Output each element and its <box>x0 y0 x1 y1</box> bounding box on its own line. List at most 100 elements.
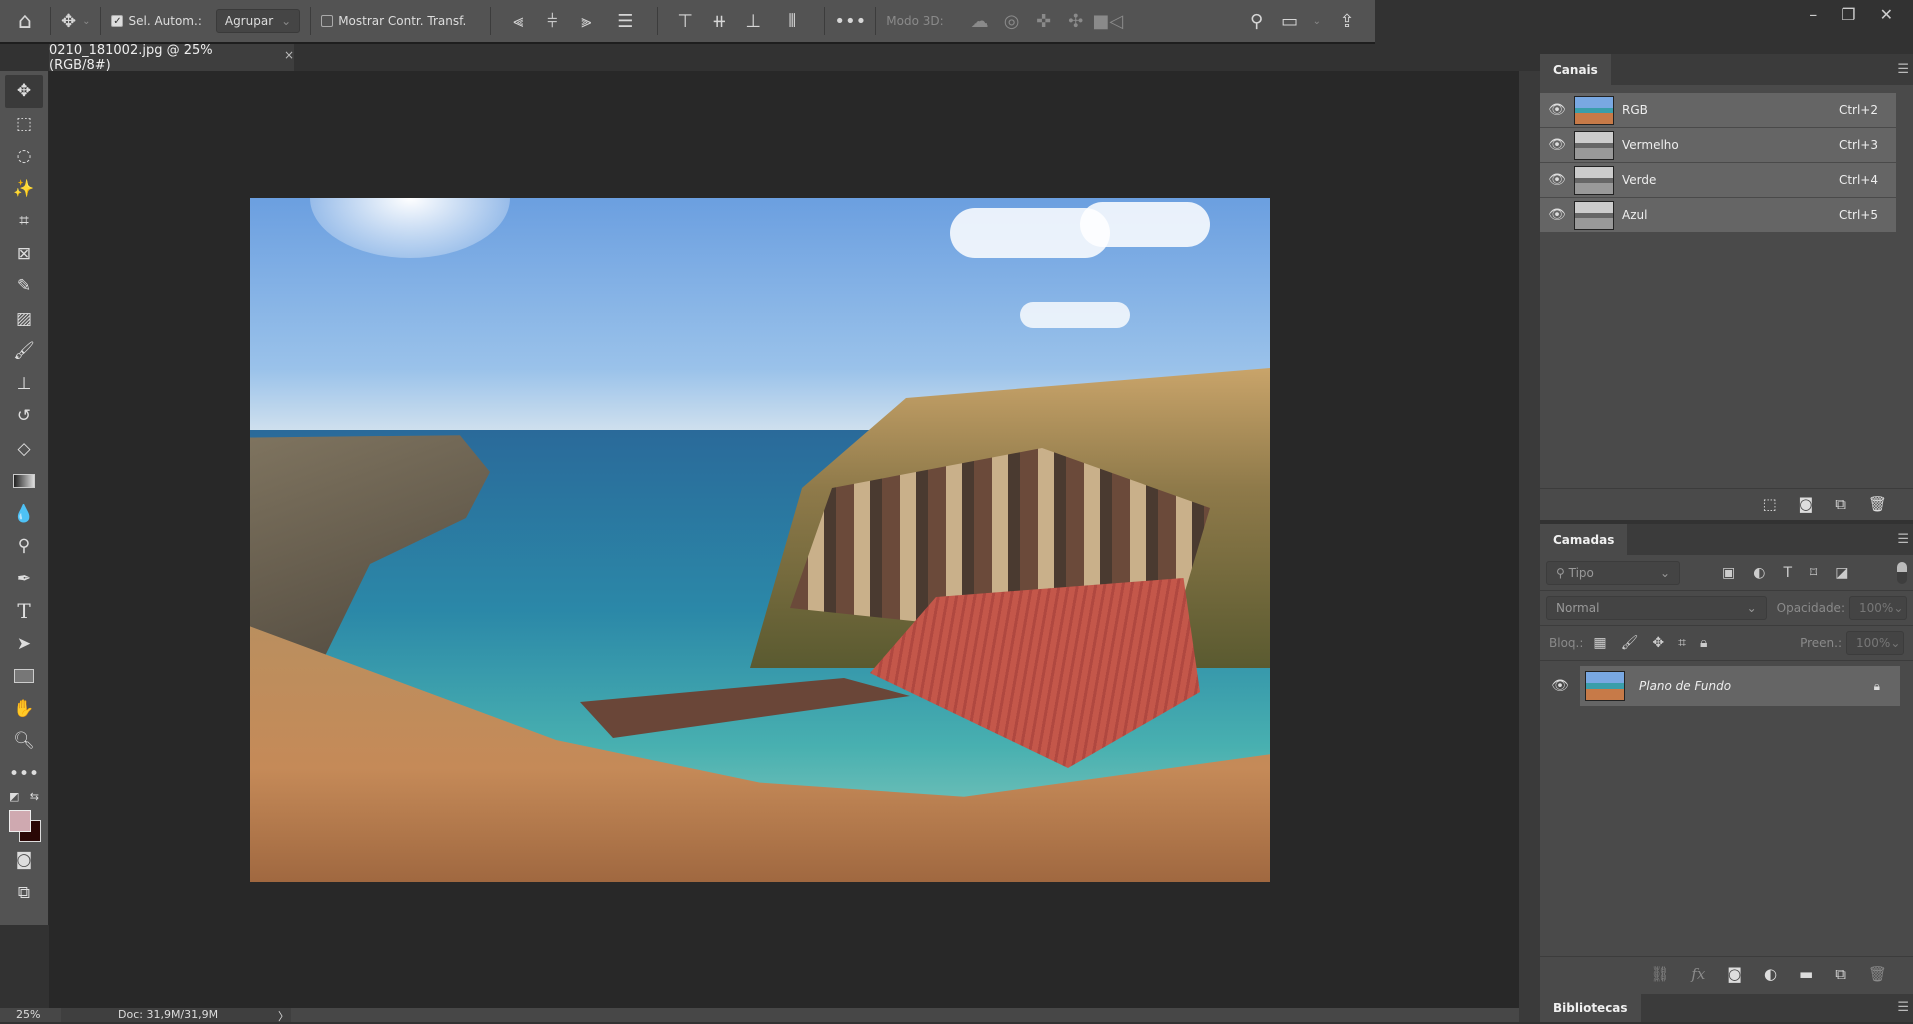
filter-toggle[interactable] <box>1897 561 1907 584</box>
move-tool-icon[interactable]: ✥ <box>61 11 76 32</box>
opacity-input[interactable]: 100% ⌄ <box>1849 596 1907 620</box>
minimize-icon[interactable]: – <box>1809 5 1817 24</box>
lock-artboard-icon[interactable]: ⌗ <box>1678 635 1686 651</box>
magic-wand-tool-icon[interactable]: ✨ <box>5 173 43 206</box>
align-left-icon[interactable]: ⫷ <box>501 11 535 32</box>
add-mask-icon[interactable]: ◙ <box>1727 965 1742 983</box>
home-icon[interactable]: ⌂ <box>10 9 40 34</box>
shape-filter-icon[interactable]: ⌑ <box>1810 565 1817 581</box>
dodge-tool-icon[interactable]: ⚲ <box>5 530 43 563</box>
lock-pixels-icon[interactable]: 🖌 <box>1621 635 1639 651</box>
blur-tool-icon[interactable]: 💧 <box>5 498 43 531</box>
smart-object-filter-icon[interactable]: ◪ <box>1835 565 1848 581</box>
frame-tool-icon[interactable]: ⊠ <box>5 238 43 271</box>
chevron-down-icon[interactable]: ⌄ <box>1893 601 1903 615</box>
load-selection-icon[interactable]: ⬚ <box>1762 495 1776 513</box>
hand-tool-icon[interactable]: ✋ <box>5 693 43 726</box>
search-icon[interactable]: ⚲ <box>1239 11 1275 32</box>
save-selection-icon[interactable]: ◙ <box>1799 495 1814 513</box>
show-transform-checkbox[interactable] <box>321 15 334 27</box>
canvas-scrollbar[interactable] <box>1519 71 1540 1022</box>
visibility-eye-icon[interactable]: 👁︎ <box>1540 172 1574 188</box>
panel-menu-icon[interactable]: ☰ <box>1897 532 1909 547</box>
align-top-icon[interactable]: ⊤ <box>668 11 702 32</box>
align-middle-icon[interactable]: ⧺ <box>702 11 736 32</box>
history-brush-tool-icon[interactable]: ↺ <box>5 400 43 433</box>
type-tool-icon[interactable]: T <box>5 595 43 628</box>
crop-tool-icon[interactable]: ⌗ <box>5 205 43 238</box>
layer-row[interactable]: 👁︎ Plano de Fundo 🔒︎ <box>1540 665 1913 707</box>
roll-3d-icon[interactable]: ◎ <box>996 11 1028 32</box>
screen-mode-icon[interactable]: ⧉ <box>5 877 43 910</box>
lock-all-icon[interactable]: 🔒︎ <box>1700 635 1707 651</box>
fill-input[interactable]: 100% ⌄ <box>1846 631 1904 655</box>
orbit-3d-icon[interactable]: ☁ <box>964 11 996 32</box>
workspace-icon[interactable]: ▭ <box>1275 11 1305 32</box>
eyedropper-tool-icon[interactable]: ✎ <box>5 270 43 303</box>
type-filter-icon[interactable]: T <box>1783 565 1792 581</box>
layer-filter-dropdown[interactable]: ⚲ Tipo ⌄ <box>1546 560 1680 585</box>
marquee-tool-icon[interactable]: ⬚ <box>5 108 43 141</box>
adjustment-layer-icon[interactable]: ◐ <box>1764 965 1777 983</box>
foreground-color-swatch[interactable] <box>9 810 31 832</box>
tab-layers[interactable]: Camadas <box>1540 524 1628 555</box>
auto-select-checkbox[interactable]: ✓ <box>111 15 124 27</box>
align-center-icon[interactable]: ⫩ <box>535 11 569 32</box>
visibility-eye-icon[interactable]: 👁︎ <box>1540 678 1580 694</box>
new-channel-icon[interactable]: ⧉ <box>1835 495 1846 513</box>
document-image[interactable] <box>250 198 1270 882</box>
adjustment-filter-icon[interactable]: ◐ <box>1753 565 1765 581</box>
auto-select-dropdown[interactable]: Agrupar ⌄ <box>215 9 301 33</box>
restore-icon[interactable]: ❐ <box>1841 5 1855 24</box>
link-layers-icon[interactable]: ⛓ <box>1650 965 1669 983</box>
camera-3d-icon[interactable]: ■◁ <box>1092 11 1124 32</box>
slide-3d-icon[interactable]: ✣ <box>1060 11 1092 32</box>
zoom-tool-icon[interactable]: 🔍︎ <box>5 725 43 758</box>
chevron-down-icon[interactable]: ⌄ <box>1313 16 1321 27</box>
tab-libraries[interactable]: Bibliotecas <box>1540 994 1641 1022</box>
close-icon[interactable]: ✕ <box>1880 5 1893 24</box>
visibility-eye-icon[interactable]: 👁︎ <box>1540 207 1574 223</box>
stamp-tool-icon[interactable]: ⊥ <box>5 368 43 401</box>
swap-colors-icon[interactable]: ⇆ <box>30 790 39 808</box>
new-layer-icon[interactable]: ⧉ <box>1835 965 1846 983</box>
move-tool-icon[interactable]: ✥ <box>5 75 43 108</box>
default-colors-icon[interactable]: ◩ <box>9 790 19 808</box>
document-tab[interactable]: 0210_181002.jpg @ 25% (RGB/8#) × <box>49 43 294 73</box>
channel-row[interactable]: 👁︎ RGB Ctrl+2 <box>1540 93 1896 128</box>
lock-transparent-icon[interactable]: ▦ <box>1593 635 1606 651</box>
rectangle-tool-icon[interactable] <box>5 660 43 693</box>
fx-icon[interactable]: fx <box>1691 965 1705 983</box>
panel-menu-icon[interactable]: ☰ <box>1897 1000 1909 1015</box>
channel-row[interactable]: 👁︎ Verde Ctrl+4 <box>1540 163 1896 198</box>
lock-position-icon[interactable]: ✥ <box>1652 635 1664 651</box>
lasso-tool-icon[interactable]: ◌ <box>5 140 43 173</box>
pen-tool-icon[interactable]: ✒ <box>5 563 43 596</box>
brush-tool-icon[interactable]: 🖌 <box>5 335 43 368</box>
gradient-tool-icon[interactable] <box>5 465 43 498</box>
align-right-icon[interactable]: ⫸ <box>569 11 603 32</box>
chevron-down-icon[interactable]: ⌄ <box>82 16 90 27</box>
new-group-icon[interactable]: ▬ <box>1799 965 1813 983</box>
quick-mask-icon[interactable]: ◙ <box>5 844 43 877</box>
pan-3d-icon[interactable]: ✜ <box>1028 11 1060 32</box>
share-icon[interactable]: ⇪ <box>1329 11 1365 32</box>
tab-channels[interactable]: Canais <box>1540 54 1611 85</box>
more-icon[interactable]: ••• <box>834 11 866 32</box>
delete-layer-icon[interactable]: 🗑︎ <box>1868 965 1887 983</box>
eraser-tool-icon[interactable]: ◇ <box>5 433 43 466</box>
visibility-eye-icon[interactable]: 👁︎ <box>1540 137 1574 153</box>
distribute-vertical-icon[interactable]: ⦀ <box>770 11 814 32</box>
channel-row[interactable]: 👁︎ Azul Ctrl+5 <box>1540 198 1896 233</box>
chevron-down-icon[interactable]: ⌄ <box>1890 636 1900 650</box>
more-tools-icon[interactable]: ••• <box>5 758 43 791</box>
distribute-icon[interactable]: ☰ <box>603 11 647 32</box>
blend-mode-dropdown[interactable]: Normal ⌄ <box>1546 596 1767 620</box>
healing-tool-icon[interactable]: ▨ <box>5 303 43 336</box>
channel-row[interactable]: 👁︎ Vermelho Ctrl+3 <box>1540 128 1896 163</box>
zoom-level[interactable]: 25% <box>16 1008 40 1021</box>
path-select-tool-icon[interactable]: ➤ <box>5 628 43 661</box>
delete-channel-icon[interactable]: 🗑︎ <box>1868 495 1887 513</box>
align-bottom-icon[interactable]: ⊥ <box>736 11 770 32</box>
close-tab-icon[interactable]: × <box>284 48 294 62</box>
